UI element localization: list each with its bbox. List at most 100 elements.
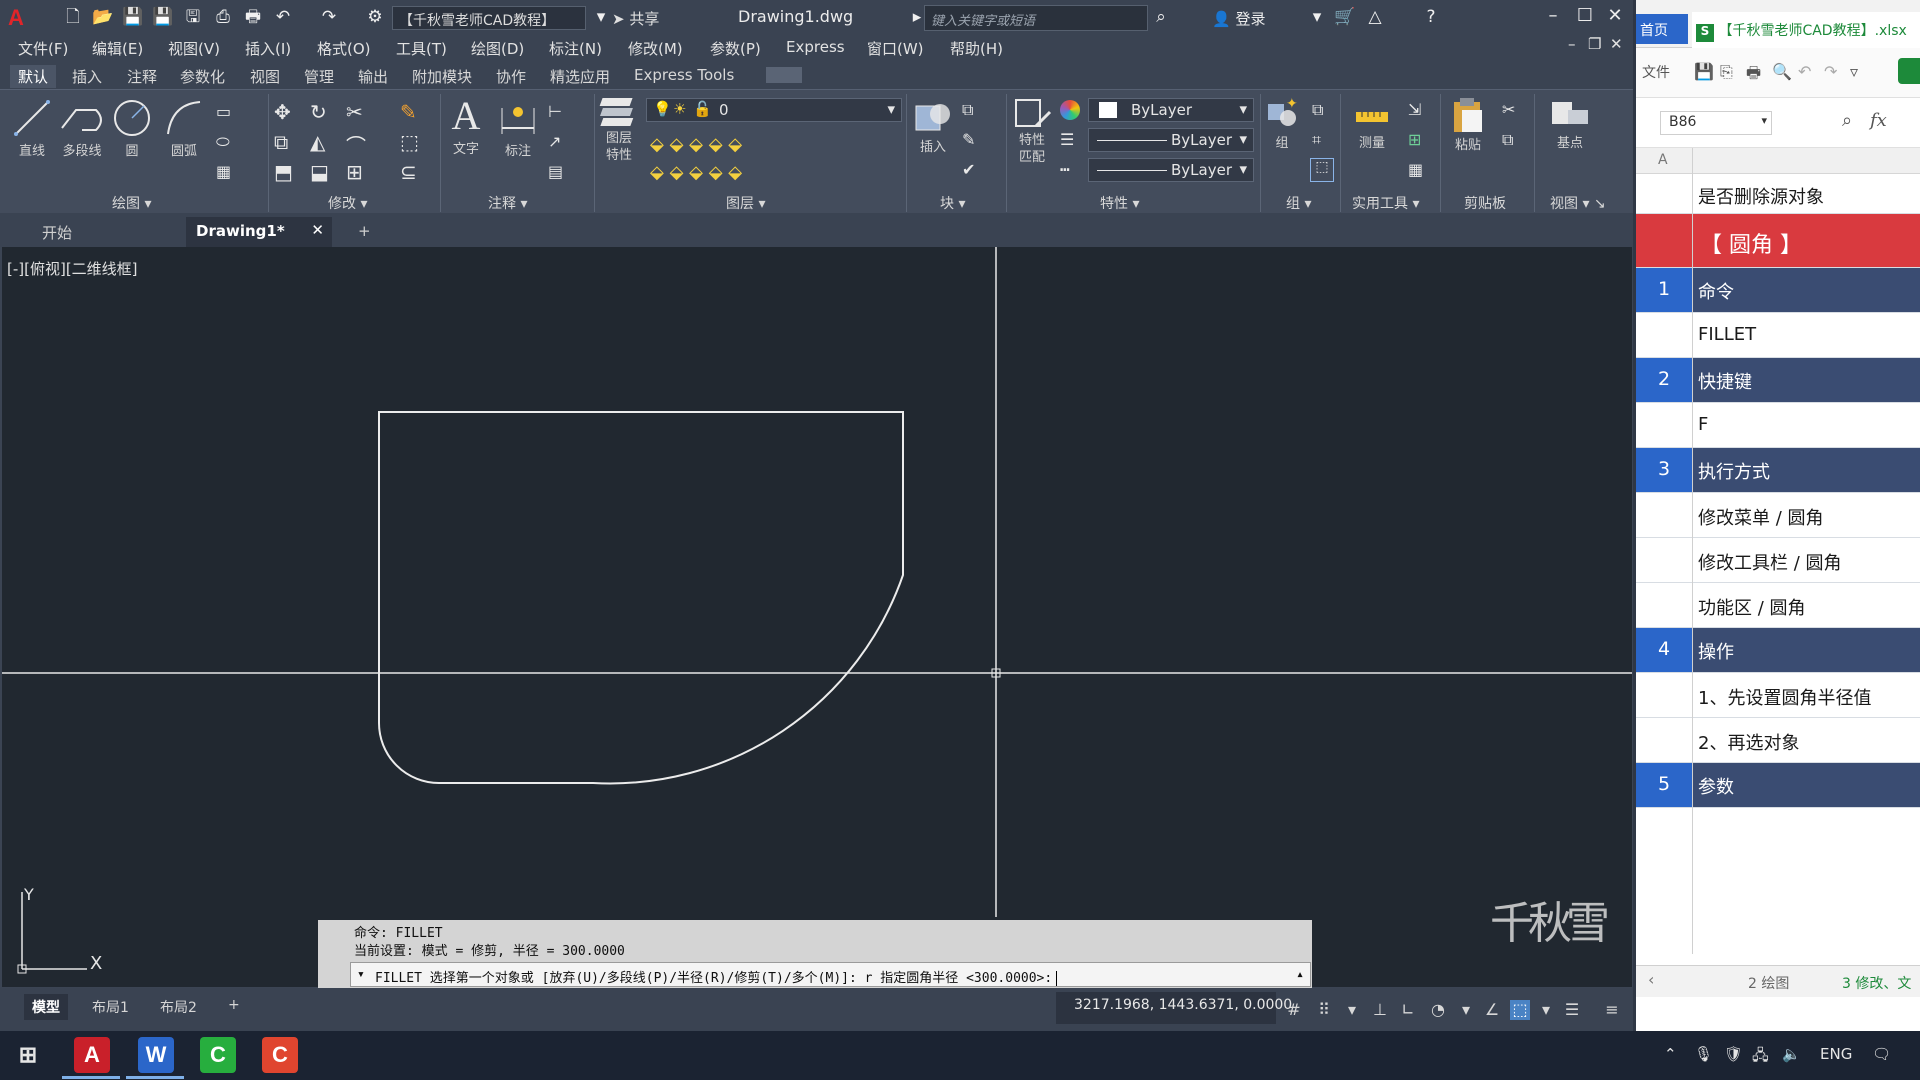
- tab-file[interactable]: S 【千秋雪老师CAD教程】.xlsx: [1692, 12, 1920, 48]
- save-as-icon[interactable]: 💾: [152, 6, 174, 28]
- start-button[interactable]: [1898, 58, 1920, 84]
- layer-tool-icon[interactable]: ⬙ ⬙ ⬙ ⬙ ⬙: [650, 134, 742, 155]
- table-row-header[interactable]: 3 执行方式: [1636, 448, 1920, 493]
- chevron-down-icon[interactable]: ▿: [1850, 62, 1858, 81]
- export-icon[interactable]: ⎘: [1720, 62, 1733, 82]
- open-file-icon[interactable]: 📂: [92, 6, 114, 28]
- sheet-tab-2[interactable]: 2 绘图: [1748, 973, 1789, 993]
- group-modify-label[interactable]: 修改 ▾: [328, 193, 367, 213]
- tab-layout2[interactable]: 布局2: [152, 994, 205, 1020]
- tab-parametric[interactable]: 参数化: [172, 65, 233, 88]
- menu-modify[interactable]: 修改(M): [628, 38, 683, 59]
- close-icon[interactable]: ✕: [1602, 3, 1628, 29]
- measure-tool[interactable]: 测量: [1352, 96, 1392, 151]
- search-icon[interactable]: ⌕: [1150, 6, 1172, 28]
- rotate-icon[interactable]: ↻: [310, 100, 327, 124]
- menu-express[interactable]: Express: [786, 38, 845, 56]
- print-preview-icon[interactable]: 🔍: [1772, 62, 1792, 81]
- chevron-left-icon[interactable]: ‹: [1648, 970, 1654, 989]
- base-tool[interactable]: 基点: [1548, 96, 1592, 151]
- save-icon[interactable]: 💾: [1694, 62, 1714, 81]
- camtasia-taskbar-icon[interactable]: C: [200, 1037, 236, 1073]
- language-indicator[interactable]: ENG: [1820, 1045, 1852, 1063]
- quick-select-icon[interactable]: ⇲: [1408, 100, 1421, 119]
- viewport-controls[interactable]: [-][俯视][二维线框]: [7, 258, 138, 279]
- group-select-icon[interactable]: ⬚: [1310, 158, 1334, 182]
- tab-default[interactable]: 默认: [10, 65, 57, 88]
- group-edit-icon[interactable]: ⌗: [1312, 130, 1321, 150]
- print-icon[interactable]: 🖶: [242, 6, 264, 28]
- trim-icon[interactable]: ✂: [346, 100, 363, 124]
- search-input[interactable]: 键入关键字或短语: [924, 5, 1148, 31]
- lineweight-icon[interactable]: ☰: [1060, 130, 1074, 149]
- add-tab-icon[interactable]: +: [348, 217, 381, 247]
- autodesk-a360-icon[interactable]: △: [1364, 6, 1386, 28]
- doc-restore-icon[interactable]: ❐: [1588, 35, 1601, 53]
- menu-tools[interactable]: 工具(T): [396, 38, 447, 59]
- table-row-header[interactable]: 1 命令: [1636, 268, 1920, 313]
- move-icon[interactable]: ✥: [274, 100, 291, 124]
- menu-draw[interactable]: 绘图(D): [471, 38, 524, 59]
- snap-icon[interactable]: ⠿: [1314, 1000, 1334, 1020]
- save-icon[interactable]: 💾: [122, 6, 144, 28]
- tab-collaborate[interactable]: 协作: [488, 65, 534, 88]
- redo-icon[interactable]: ↷: [318, 6, 340, 28]
- color-wheel-icon[interactable]: [1060, 100, 1080, 120]
- plot-icon[interactable]: ⎙: [212, 6, 234, 28]
- sheet-tab-3[interactable]: 3 修改、文: [1842, 973, 1911, 993]
- stretch-icon[interactable]: ⬒: [274, 160, 293, 184]
- name-box[interactable]: B86 ▾: [1660, 111, 1772, 135]
- select-all-icon[interactable]: ⊞: [1408, 130, 1421, 149]
- tab-start[interactable]: 开始: [32, 217, 192, 247]
- menu-insert[interactable]: 插入(I): [245, 38, 291, 59]
- menu-edit[interactable]: 编辑(E): [92, 38, 143, 59]
- infer-icon[interactable]: ⊥: [1370, 1000, 1390, 1020]
- rectangle-icon[interactable]: ▭: [216, 102, 231, 121]
- copy-clip-icon[interactable]: ⧉: [1502, 130, 1513, 150]
- menu-format[interactable]: 格式(O): [317, 38, 371, 59]
- group-group-label[interactable]: 组 ▾: [1286, 193, 1311, 213]
- volume-icon[interactable]: 🔈: [1782, 1045, 1801, 1063]
- table-icon[interactable]: ▤: [548, 162, 563, 181]
- new-file-icon[interactable]: 🗋: [62, 6, 84, 28]
- tab-manage[interactable]: 管理: [296, 65, 342, 88]
- ellipse-icon[interactable]: ⬭: [216, 132, 230, 152]
- group-annotate-label[interactable]: 注释 ▾: [488, 193, 527, 213]
- arc-tool[interactable]: 圆弧: [162, 98, 206, 159]
- autocad-logo-icon[interactable]: A: [8, 5, 30, 30]
- tab-express-tools[interactable]: Express Tools: [626, 65, 742, 85]
- lineweight-dropdown[interactable]: ByLayer ▾: [1088, 158, 1254, 182]
- grid-icon[interactable]: #: [1284, 1000, 1304, 1020]
- undo-icon[interactable]: ↶: [272, 6, 294, 28]
- circle-tool[interactable]: 圆: [110, 98, 154, 159]
- undo-icon[interactable]: ↶: [1798, 62, 1811, 81]
- hatch-icon[interactable]: ▦: [216, 162, 231, 181]
- chevron-down-icon[interactable]: ▾: [1536, 1000, 1556, 1020]
- doc-minimize-icon[interactable]: –: [1568, 35, 1576, 53]
- help-icon[interactable]: ?: [1420, 6, 1442, 28]
- linear-dim-icon[interactable]: ⊢: [548, 102, 562, 121]
- close-icon[interactable]: ✕: [311, 221, 324, 239]
- group-tool[interactable]: ✦ 组: [1264, 96, 1300, 151]
- zoom-icon[interactable]: ⌕: [1842, 110, 1852, 131]
- doc-close-icon[interactable]: ✕: [1610, 35, 1623, 53]
- ortho-icon[interactable]: ∟: [1398, 1000, 1418, 1020]
- tab-output[interactable]: 输出: [350, 65, 396, 88]
- print-icon[interactable]: 🖶: [1746, 62, 1761, 89]
- chevron-up-icon[interactable]: ⌃: [1664, 1045, 1677, 1063]
- polyline-tool[interactable]: 多段线: [56, 98, 108, 159]
- text-tool[interactable]: A 文字: [446, 94, 486, 158]
- group-block-label[interactable]: 块 ▾: [940, 193, 965, 213]
- table-row[interactable]: 修改菜单 / 圆角: [1636, 493, 1920, 538]
- table-row[interactable]: FILLET: [1636, 313, 1920, 358]
- erase-icon[interactable]: ✎: [400, 100, 417, 124]
- network-icon[interactable]: 🖧: [1752, 1045, 1769, 1070]
- dimension-tool[interactable]: 标注: [498, 98, 538, 159]
- wps-writer-taskbar-icon[interactable]: W: [138, 1037, 174, 1073]
- filleted-shape[interactable]: [378, 411, 904, 785]
- chevron-up-icon[interactable]: ▴: [1296, 967, 1304, 982]
- scale-icon[interactable]: ⬓: [310, 160, 329, 184]
- menu-parametric[interactable]: 参数(P): [710, 38, 761, 59]
- ungroup-icon[interactable]: ⧉: [1312, 100, 1323, 120]
- layer-properties-tool[interactable]: 图层 特性: [598, 94, 640, 164]
